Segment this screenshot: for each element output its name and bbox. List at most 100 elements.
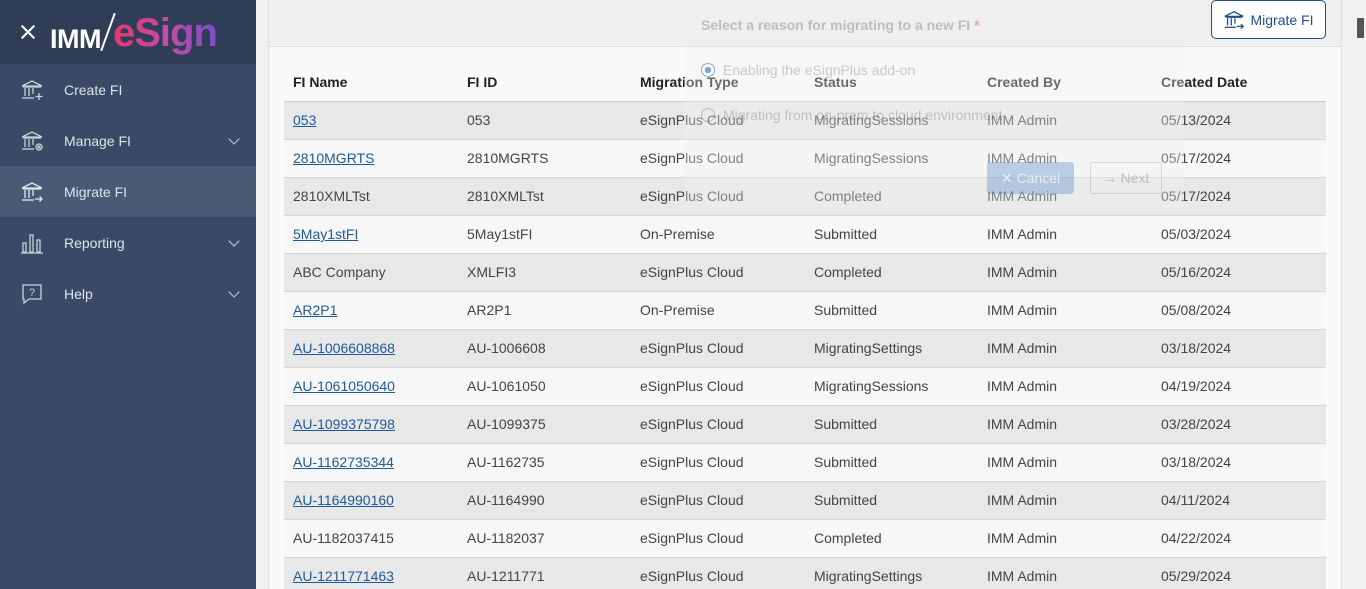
table-row: AU-1061050640 AU-1061050 eSignPlus Cloud Mi… (284, 367, 1326, 406)
migration-type-cell: eSignPlus Cloud (631, 139, 805, 178)
created-by-cell: IMM Admin (978, 443, 1152, 482)
migration-type-cell: eSignPlus Cloud (631, 177, 805, 216)
fi-id-cell: XMLFI3 (458, 253, 631, 292)
status-cell: Submitted (805, 443, 978, 482)
column-header[interactable]: Created By (978, 63, 1152, 102)
fi-id-cell: AU-1211771 (458, 557, 631, 589)
status-cell: Submitted (805, 215, 978, 254)
help-bubble-icon: ? (20, 281, 44, 307)
created-date-cell: 03/28/2024 (1152, 405, 1326, 444)
created-by-cell: IMM Admin (978, 177, 1152, 216)
chevron-down-icon (228, 286, 240, 298)
created-date-cell: 05/03/2024 (1152, 215, 1326, 254)
bank-migrate-icon (20, 179, 44, 205)
migration-type-cell: On-Premise (631, 291, 805, 330)
bank-gear-icon (20, 128, 44, 154)
fi-name-link[interactable]: 2810MGRTS (293, 150, 374, 166)
created-date-cell: 05/29/2024 (1152, 557, 1326, 589)
fi-id-cell: 2810MGRTS (458, 139, 631, 178)
sidebar-item-help[interactable]: ? Help (0, 268, 256, 319)
created-by-cell: IMM Admin (978, 291, 1152, 330)
migration-panel: Migrate FI FI Name FI ID Migration Type … (268, 0, 1342, 589)
fi-name-cell: 053 (284, 101, 458, 140)
sidebar-item-create-fi[interactable]: Create FI (0, 64, 256, 115)
sidebar-item-reporting[interactable]: Reporting (0, 217, 256, 268)
table-row: 2810XMLTst 2810XMLTst eSignPlus Cloud Compl… (284, 177, 1326, 216)
migration-type-cell: eSignPlus Cloud (631, 557, 805, 589)
fi-id-cell: AU-1099375 (458, 405, 631, 444)
created-date-cell: 05/16/2024 (1152, 253, 1326, 292)
svg-text:?: ? (29, 287, 35, 299)
migration-type-cell: eSignPlus Cloud (631, 405, 805, 444)
migration-type-cell: On-Premise (631, 215, 805, 254)
status-cell: MigratingSessions (805, 367, 978, 406)
migration-type-cell: eSignPlus Cloud (631, 519, 805, 558)
migrations-table: FI Name FI ID Migration Type Status Crea… (284, 63, 1326, 589)
fi-name-cell: AU-1182037415 (284, 519, 458, 558)
status-cell: MigratingSessions (805, 139, 978, 178)
created-date-cell: 04/19/2024 (1152, 367, 1326, 406)
fi-name-cell: AR2P1 (284, 291, 458, 330)
sidebar-item-migrate-fi[interactable]: Migrate FI (0, 166, 256, 217)
scrollbar-thumb[interactable] (1357, 18, 1364, 38)
main-content: Migrate FI FI Name FI ID Migration Type … (256, 0, 1354, 589)
fi-name-link[interactable]: AR2P1 (293, 302, 337, 318)
column-header[interactable]: Status (805, 63, 978, 102)
table-row: AU-1162735344 AU-1162735 eSignPlus Cloud Su… (284, 443, 1326, 482)
table-row: 053 053 eSignPlus Cloud MigratingSessions IM… (284, 101, 1326, 140)
created-date-cell: 04/11/2024 (1152, 481, 1326, 520)
status-cell: MigratingSettings (805, 557, 978, 589)
fi-name-cell: AU-1164990160 (284, 481, 458, 520)
column-header[interactable]: FI Name (284, 63, 458, 102)
fi-id-cell: AU-1182037 (458, 519, 631, 558)
table-row: AU-1006608868 AU-1006608 eSignPlus Cloud Mi… (284, 329, 1326, 368)
created-by-cell: IMM Admin (978, 329, 1152, 368)
column-header[interactable]: Migration Type (631, 63, 805, 102)
sidebar-item-manage-fi[interactable]: Manage FI (0, 115, 256, 166)
fi-id-cell: 5May1stFI (458, 215, 631, 254)
created-date-cell: 03/18/2024 (1152, 443, 1326, 482)
created-date-cell: 04/22/2024 (1152, 519, 1326, 558)
fi-name-cell: AU-1099375798 (284, 405, 458, 444)
fi-name-cell: 5May1stFI (284, 215, 458, 254)
status-cell: Completed (805, 253, 978, 292)
fi-name-cell: AU-1061050640 (284, 367, 458, 406)
fi-id-cell: 2810XMLTst (458, 177, 631, 216)
fi-name-link[interactable]: AU-1164990160 (293, 492, 394, 508)
fi-name-link[interactable]: AU-1006608868 (293, 340, 395, 356)
close-icon[interactable] (18, 22, 38, 42)
logo-esign: eSign (112, 11, 218, 55)
migration-type-cell: eSignPlus Cloud (631, 101, 805, 140)
sidebar-item-label: Help (64, 285, 93, 302)
column-header[interactable]: FI ID (458, 63, 631, 102)
fi-id-cell: 053 (458, 101, 631, 140)
created-date-cell: 05/17/2024 (1152, 139, 1326, 178)
created-by-cell: IMM Admin (978, 557, 1152, 589)
chevron-down-icon (228, 235, 240, 247)
fi-id-cell: AU-1061050 (458, 367, 631, 406)
sidebar: IMM eSign Create FI Manage FI Migrate FI… (0, 0, 256, 589)
page-scrollbar[interactable] (1354, 0, 1366, 589)
bank-add-icon (20, 77, 44, 103)
table-row: AU-1182037415 AU-1182037 eSignPlus Cloud Co… (284, 519, 1326, 558)
table-row: ABC Company XMLFI3 eSignPlus Cloud Complete… (284, 253, 1326, 292)
created-by-cell: IMM Admin (978, 101, 1152, 140)
table-header-row: FI Name FI ID Migration Type Status Crea… (284, 63, 1326, 102)
fi-name-cell: AU-1162735344 (284, 443, 458, 482)
fi-id-cell: AR2P1 (458, 291, 631, 330)
fi-name-link[interactable]: AU-1162735344 (293, 454, 394, 470)
created-by-cell: IMM Admin (978, 253, 1152, 292)
fi-name-link[interactable]: 053 (293, 112, 316, 128)
fi-name-cell: 2810XMLTst (284, 177, 458, 216)
fi-name-link[interactable]: AU-1099375798 (293, 416, 395, 432)
migrate-fi-label: Migrate FI (1250, 11, 1314, 28)
migrate-fi-button[interactable]: Migrate FI (1211, 0, 1326, 39)
fi-name-link[interactable]: AU-1061050640 (293, 378, 395, 394)
fi-name-link[interactable]: 5May1stFI (293, 226, 358, 242)
sidebar-item-label: Migrate FI (64, 183, 128, 200)
created-by-cell: IMM Admin (978, 405, 1152, 444)
created-date-cell: 05/08/2024 (1152, 291, 1326, 330)
column-header[interactable]: Created Date (1152, 63, 1326, 102)
bar-chart-icon (20, 230, 44, 256)
fi-name-link[interactable]: AU-1211771463 (293, 568, 394, 584)
